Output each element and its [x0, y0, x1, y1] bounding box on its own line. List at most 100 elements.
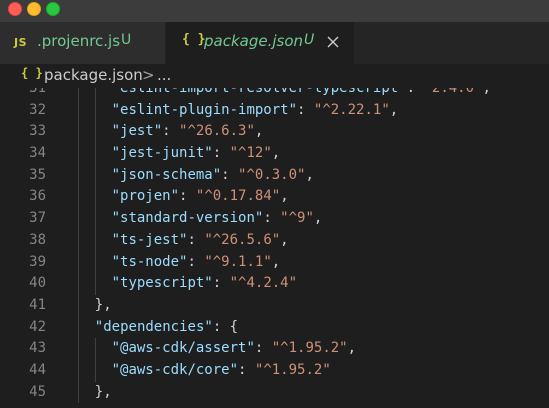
- window-maximize-button[interactable]: [46, 2, 60, 16]
- line-number: 44: [29, 361, 46, 378]
- code-line: 39 "ts-node": "^9.1.1",: [0, 251, 549, 274]
- code-line: 40 "typescript": "^4.2.4": [0, 273, 549, 295]
- punctuation: :: [187, 253, 205, 270]
- punctuation: ,: [389, 101, 399, 118]
- tab-label: package.json: [204, 32, 304, 50]
- punctuation: },: [94, 296, 112, 313]
- indent-guide: [78, 121, 79, 144]
- punctuation: :: [254, 340, 272, 357]
- json-string-value: "2.4.0": [423, 88, 483, 96]
- line-number: 32: [29, 101, 46, 118]
- indent-guide: [95, 88, 96, 100]
- code-text: "eslint-import-resolver-typescript": "2.…: [112, 88, 491, 100]
- tab-projenrc[interactable]: JS .projenrc.js U: [0, 22, 166, 64]
- punctuation: :: [212, 145, 230, 162]
- window-minimize-button[interactable]: [27, 2, 41, 16]
- punctuation: ,: [271, 253, 281, 270]
- indent-guide: [78, 99, 79, 122]
- punctuation: ,: [305, 166, 314, 183]
- line-number: 36: [29, 188, 46, 205]
- breadcrumb-file[interactable]: package.json: [44, 66, 143, 84]
- indent-guide: [78, 316, 79, 339]
- indent-guide: [95, 359, 96, 382]
- indent-guide: [78, 229, 79, 252]
- chevron-right-icon: >: [142, 66, 155, 84]
- code-line: 34 "jest-junit": "^12",: [0, 143, 549, 165]
- punctuation: :: [179, 188, 196, 205]
- json-string-value: "^2.22.1": [313, 101, 390, 118]
- code-text: "projen": "^0.17.84",: [112, 186, 289, 208]
- indent-guide: [95, 186, 96, 209]
- code-line: 33 "jest": "^26.6.3",: [0, 121, 549, 144]
- punctuation: },: [94, 383, 112, 400]
- tab-strip: JS .projenrc.js U { } package.json U: [0, 22, 549, 64]
- code-text: "json-schema": "^0.3.0",: [112, 165, 314, 187]
- close-icon[interactable]: [325, 34, 341, 50]
- code-text: "typescript": "^4.2.4": [112, 273, 297, 295]
- line-number: 33: [29, 123, 46, 140]
- punctuation: :: [212, 275, 230, 292]
- punctuation: :: [263, 210, 281, 227]
- json-key: "json-schema": [111, 166, 222, 183]
- indent-guide: [95, 229, 96, 252]
- punctuation: ,: [313, 210, 323, 227]
- punctuation: :: [297, 101, 314, 118]
- line-number: 39: [29, 253, 46, 270]
- indent-guide: [78, 251, 79, 274]
- json-key: "@aws-cdk/core": [111, 361, 239, 378]
- window-close-button[interactable]: [8, 2, 22, 16]
- indent-guide: [95, 164, 96, 187]
- json-key: "jest": [111, 123, 163, 140]
- code-text: "jest-junit": "^12",: [112, 143, 281, 165]
- editor-window: JS .projenrc.js U { } package.json U { }…: [0, 0, 549, 408]
- line-number: 37: [29, 210, 46, 227]
- code-lines: 31 "eslint-import-resolver-typescript": "…: [0, 88, 549, 404]
- code-line: 41},: [0, 294, 549, 317]
- code-line: 37 "standard-version": "^9",: [0, 208, 549, 230]
- json-string-value: "^9": [280, 210, 314, 227]
- tab-package-json[interactable]: { } package.json U: [166, 22, 354, 64]
- json-string-value: "^1.95.2": [254, 361, 331, 378]
- code-editor[interactable]: 31 "eslint-import-resolver-typescript": "…: [0, 88, 549, 408]
- json-string-value: "^26.5.6": [204, 231, 281, 248]
- code-line: 44 "@aws-cdk/core": "^1.95.2": [0, 359, 549, 382]
- line-number: 35: [29, 166, 46, 183]
- json-key: "jest-junit": [111, 145, 213, 162]
- json-file-icon: { }: [21, 66, 43, 80]
- json-key: "ts-jest": [111, 231, 188, 248]
- code-text: "standard-version": "^9",: [112, 208, 323, 230]
- untracked-status-badge: U: [121, 32, 132, 48]
- code-line: 36 "projen": "^0.17.84",: [0, 186, 549, 209]
- json-key: "eslint-import-resolver-typescript": [111, 88, 407, 96]
- punctuation: :: [406, 88, 424, 96]
- code-text: "@aws-cdk/core": "^1.95.2": [112, 360, 331, 382]
- line-number: 34: [29, 145, 46, 162]
- breadcrumb-more[interactable]: ...: [157, 66, 171, 84]
- json-key: "ts-node": [111, 253, 188, 270]
- title-bar: [0, 0, 549, 22]
- code-line: 43 "@aws-cdk/assert": "^1.95.2",: [0, 338, 549, 360]
- indent-guide: [78, 294, 79, 317]
- punctuation: ,: [280, 188, 289, 205]
- line-number: 31: [29, 88, 46, 96]
- code-line: 42 "dependencies": {: [0, 316, 549, 339]
- code-text: "dependencies": {: [95, 317, 238, 339]
- javascript-file-icon: JS: [14, 36, 28, 49]
- punctuation: {: [229, 318, 239, 335]
- json-key: "dependencies": [94, 318, 213, 335]
- tab-label: .projenrc.js: [37, 32, 121, 50]
- punctuation: :: [162, 123, 180, 140]
- json-file-icon: { }: [182, 32, 206, 47]
- indent-guide: [95, 121, 96, 144]
- json-string-value: "^4.2.4": [229, 275, 298, 292]
- code-text: "jest": "^26.6.3",: [112, 121, 264, 143]
- indent-guide: [78, 164, 79, 187]
- indent-guide: [95, 99, 96, 122]
- json-string-value: "^0.3.0": [238, 166, 306, 183]
- indent-guide: [78, 273, 79, 295]
- line-number: 38: [29, 231, 46, 248]
- punctuation: ,: [482, 88, 491, 96]
- punctuation: :: [212, 318, 230, 335]
- indent-guide: [95, 251, 96, 274]
- code-text: "@aws-cdk/assert": "^1.95.2",: [112, 338, 356, 360]
